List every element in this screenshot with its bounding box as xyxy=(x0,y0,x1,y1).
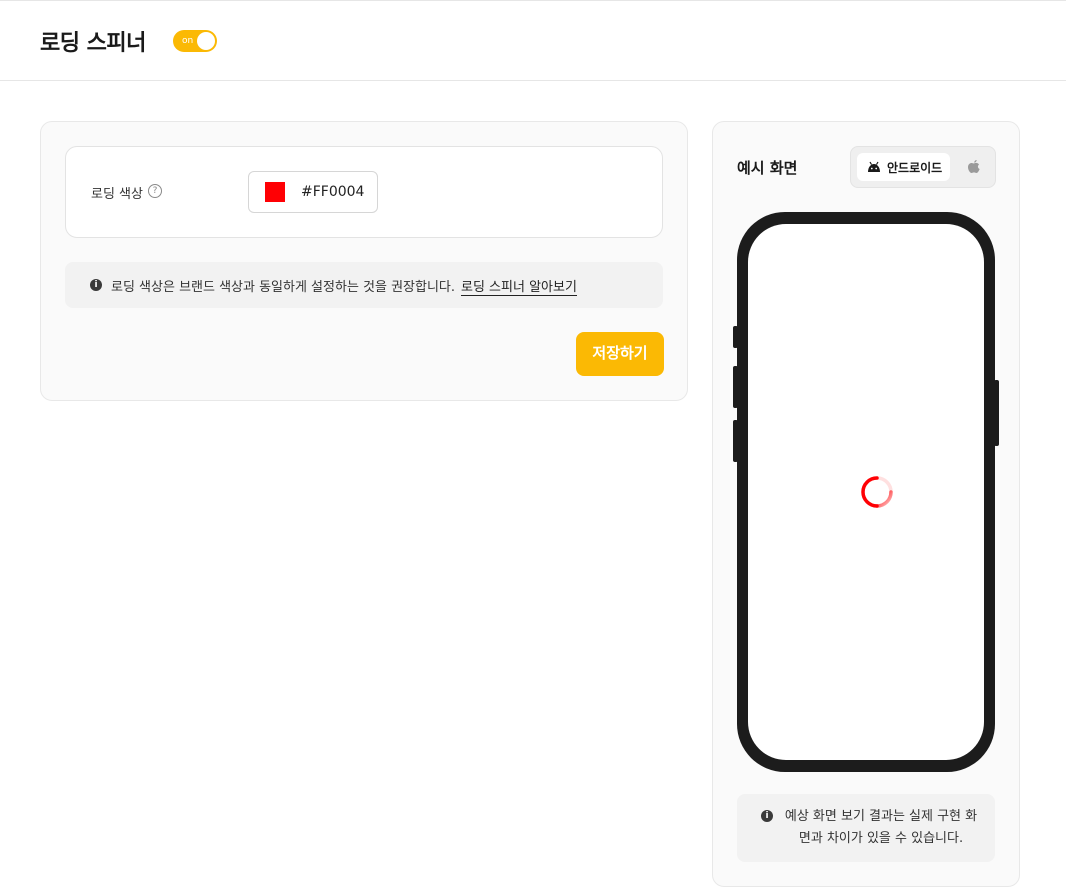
tab-android[interactable]: 안드로이드 xyxy=(857,153,950,181)
android-icon xyxy=(868,161,880,172)
loading-color-label: 로딩 색상 xyxy=(91,187,143,202)
tab-android-label: 안드로이드 xyxy=(887,161,943,175)
learn-more-link[interactable]: 로딩 스피너 알아보기 xyxy=(461,276,577,296)
info-text: 로딩 색상은 브랜드 색상과 동일하게 설정하는 것을 권장합니다. xyxy=(111,280,456,295)
info-icon: i xyxy=(761,810,773,822)
toggle-label: on xyxy=(182,36,194,46)
page-header: 로딩 스피너 on xyxy=(0,1,1066,81)
save-button[interactable]: 저장하기 xyxy=(576,332,664,376)
spinner-toggle[interactable]: on xyxy=(173,30,217,52)
color-picker-input[interactable]: #FF0004 xyxy=(248,171,378,213)
info-icon: i xyxy=(90,279,102,291)
info-notice: i 로딩 색상은 브랜드 색상과 동일하게 설정하는 것을 권장합니다. 로딩 … xyxy=(65,262,663,308)
preview-notice-text: 예상 화면 보기 결과는 실제 구현 화면과 차이가 있을 수 있습니다. xyxy=(784,809,978,846)
phone-screen xyxy=(748,224,984,760)
preview-card: 예시 화면 안드로이드 i 예상 화면 보기 결과는 실제 구현 화면과 차이가… xyxy=(712,121,1020,887)
preview-title: 예시 화면 xyxy=(737,159,798,177)
preview-notice: i 예상 화면 보기 결과는 실제 구현 화면과 차이가 있을 수 있습니다. xyxy=(737,794,995,862)
os-switch: 안드로이드 xyxy=(850,146,996,188)
apple-icon xyxy=(968,160,980,173)
color-swatch xyxy=(265,182,285,202)
color-hex-value: #FF0004 xyxy=(301,184,365,200)
phone-mockup xyxy=(733,212,999,772)
loading-color-row: 로딩 색상 ? #FF0004 xyxy=(65,146,663,238)
page-title: 로딩 스피너 xyxy=(40,31,146,56)
toggle-knob xyxy=(197,32,215,50)
tab-ios[interactable] xyxy=(959,153,989,181)
loading-spinner xyxy=(861,476,893,508)
question-circle-icon[interactable]: ? xyxy=(148,184,162,198)
settings-card: 로딩 색상 ? #FF0004 i 로딩 색상은 브랜드 색상과 동일하게 설정… xyxy=(40,121,688,401)
